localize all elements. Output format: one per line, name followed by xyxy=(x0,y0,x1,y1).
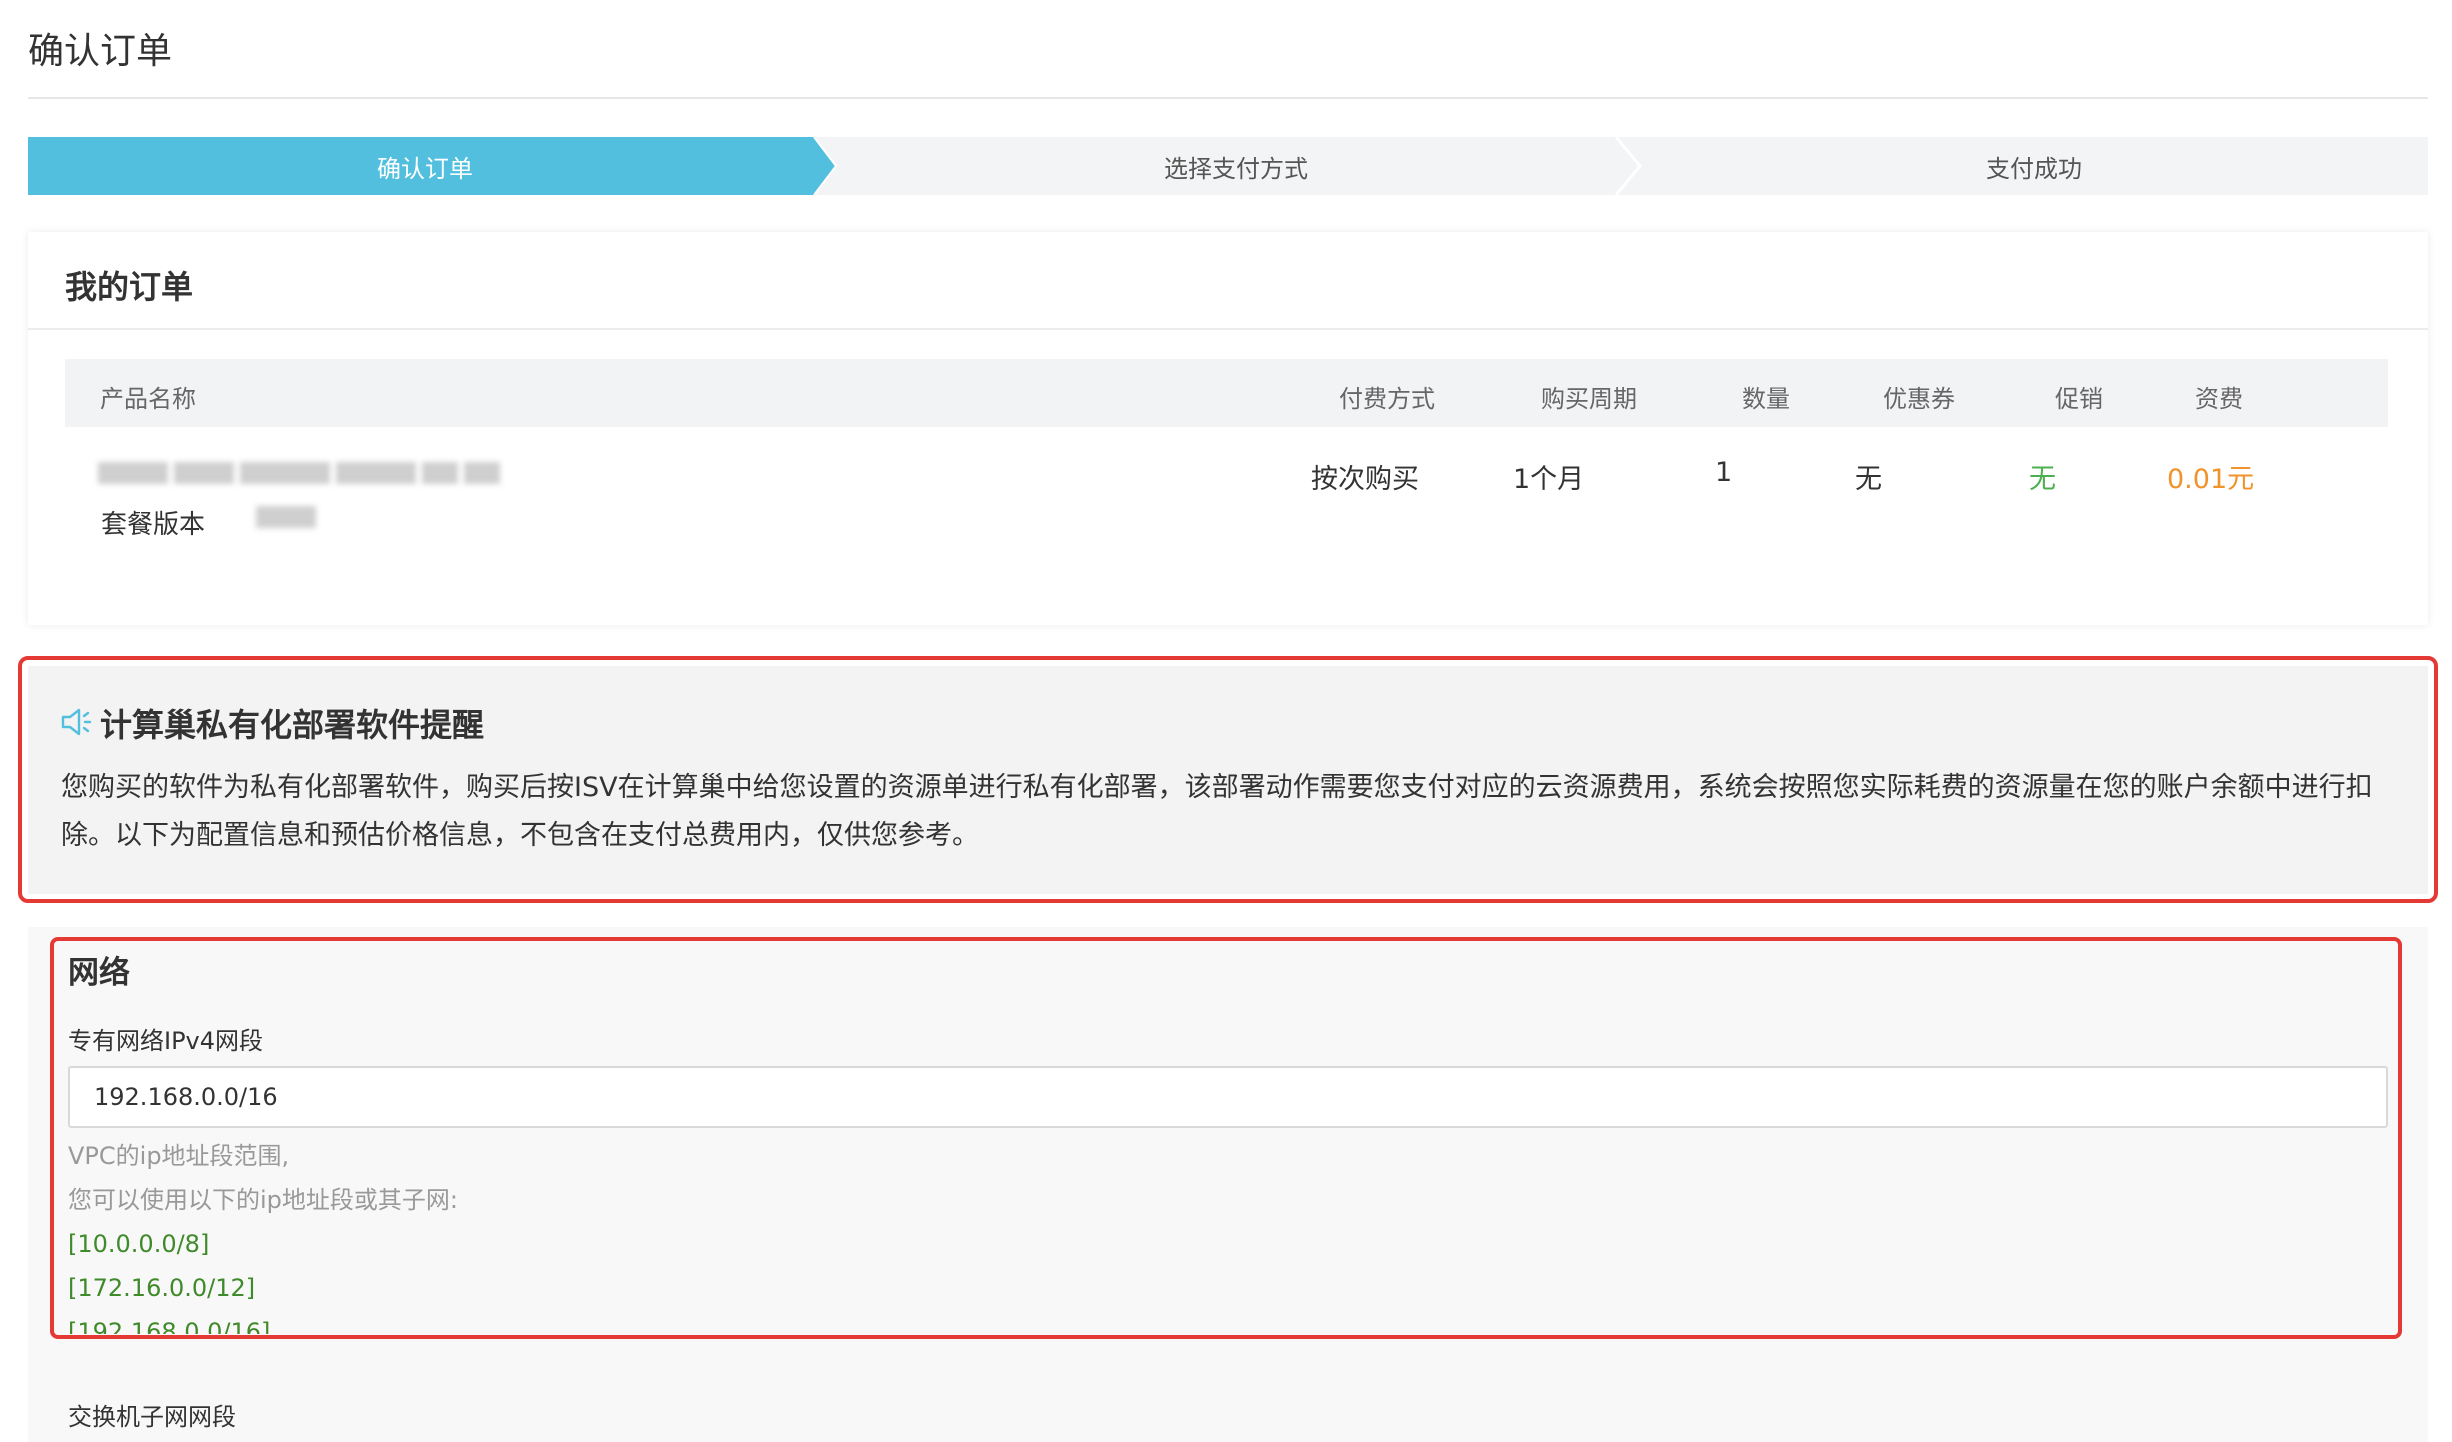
step-payment-success: 支付成功 xyxy=(1986,154,2082,183)
step-choose-payment: 选择支付方式 xyxy=(1164,154,1308,183)
page-title: 确认订单 xyxy=(28,31,173,72)
notice-highlight-frame xyxy=(18,656,2438,903)
progress-steps: 确认订单 选择支付方式 支付成功 xyxy=(28,137,2428,195)
column-coupon: 优惠券 xyxy=(1883,385,1955,413)
vswitch-cidr-label: 交换机子网网段 xyxy=(68,1403,236,1431)
column-quantity: 数量 xyxy=(1742,385,1790,413)
title-divider xyxy=(28,97,2428,99)
row-coupon: 无 xyxy=(1855,464,1882,495)
row-payment: 按次购买 xyxy=(1311,464,1419,495)
product-package-label: 套餐版本 xyxy=(101,510,206,540)
column-promo: 促销 xyxy=(2055,385,2103,413)
column-fee: 资费 xyxy=(2195,385,2243,413)
row-period: 1个月 xyxy=(1513,464,1585,495)
product-name-redacted xyxy=(98,462,538,490)
row-quantity: 1 xyxy=(1715,457,1733,488)
package-version-redacted xyxy=(256,506,326,534)
column-payment: 付费方式 xyxy=(1339,385,1435,413)
order-card: 我的订单 产品名称 付费方式 购买周期 数量 优惠券 促销 资费 套餐版本 按次… xyxy=(28,232,2428,625)
column-product: 产品名称 xyxy=(100,385,196,413)
order-table-header: 产品名称 付费方式 购买周期 数量 优惠券 促销 资费 xyxy=(65,359,2388,427)
column-period: 购买周期 xyxy=(1541,385,1637,413)
order-title: 我的订单 xyxy=(65,268,194,306)
step-confirm-order: 确认订单 xyxy=(377,154,473,183)
row-fee: 0.01元 xyxy=(2167,464,2255,495)
order-divider xyxy=(28,328,2428,330)
row-promo: 无 xyxy=(2029,464,2056,495)
network-highlight-frame xyxy=(50,937,2402,1339)
